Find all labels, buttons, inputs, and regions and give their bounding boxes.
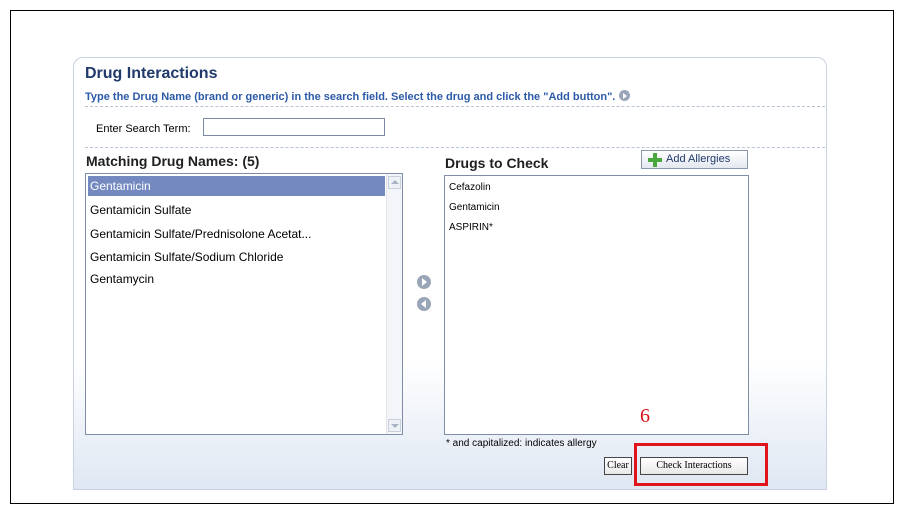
list-item-gentamycin[interactable]: Gentamycin bbox=[88, 272, 154, 286]
matching-list-scrollbar[interactable] bbox=[386, 174, 402, 434]
clear-button[interactable]: Clear bbox=[604, 457, 632, 475]
drugs-to-check-heading: Drugs to Check bbox=[445, 155, 549, 171]
list-item-gentamicin-sulfate-sodium-chloride[interactable]: Gentamicin Sulfate/Sodium Chloride bbox=[88, 250, 283, 264]
search-label: Enter Search Term: bbox=[96, 123, 191, 135]
scroll-down-icon[interactable] bbox=[388, 419, 401, 432]
list-item-gentamicin-sulfate-prednisolone[interactable]: Gentamicin Sulfate/Prednisolone Acetat..… bbox=[88, 227, 311, 241]
list-item-gentamicin[interactable]: Gentamicin bbox=[88, 176, 385, 196]
divider-middle bbox=[85, 147, 825, 148]
check-item-cefazolin[interactable]: Cefazolin bbox=[449, 182, 491, 193]
add-allergies-label: Add Allergies bbox=[666, 153, 731, 165]
check-item-aspirin[interactable]: ASPIRIN* bbox=[449, 222, 493, 233]
annotation-number: 6 bbox=[640, 405, 650, 427]
allergy-note: * and capitalized: indicates allergy bbox=[446, 438, 597, 449]
page-title: Drug Interactions bbox=[85, 65, 218, 82]
check-item-gentamicin[interactable]: Gentamicin bbox=[449, 202, 500, 213]
remove-drug-arrow-icon[interactable] bbox=[417, 297, 431, 311]
instructions-line: Type the Drug Name (brand or generic) in… bbox=[85, 90, 631, 103]
search-input[interactable] bbox=[203, 118, 385, 136]
drugs-to-check-list[interactable]: Cefazolin Gentamicin ASPIRIN* bbox=[444, 175, 749, 435]
info-arrow-icon[interactable] bbox=[619, 90, 631, 101]
matching-drugs-list[interactable]: Gentamicin Gentamicin Sulfate Gentamicin… bbox=[85, 173, 403, 435]
list-item-gentamicin-sulfate[interactable]: Gentamicin Sulfate bbox=[88, 203, 191, 217]
matching-drugs-heading: Matching Drug Names: (5) bbox=[86, 153, 260, 169]
check-interactions-button[interactable]: Check Interactions bbox=[640, 457, 748, 475]
instructions-text: Type the Drug Name (brand or generic) in… bbox=[85, 91, 616, 103]
plus-icon bbox=[648, 153, 662, 167]
divider-top bbox=[85, 106, 825, 107]
add-drug-arrow-icon[interactable] bbox=[417, 275, 431, 289]
add-allergies-button[interactable]: Add Allergies bbox=[641, 150, 748, 169]
scroll-up-icon[interactable] bbox=[388, 176, 401, 189]
